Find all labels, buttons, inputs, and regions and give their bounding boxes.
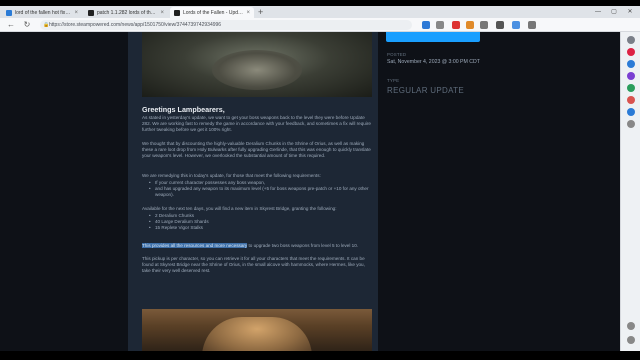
extension-icon[interactable]	[452, 21, 460, 29]
favorites-icon[interactable]	[480, 21, 488, 29]
list-item: 15 Replete Vigor Stalks	[149, 225, 375, 231]
tab-title: Lords of the Fallen - Update v.1...	[183, 9, 244, 16]
address-url: https://store.steampowered.com/news/app/…	[49, 22, 222, 28]
more-icon[interactable]	[528, 21, 536, 29]
settings-icon[interactable]	[627, 322, 635, 330]
close-icon[interactable]: ×	[246, 10, 250, 16]
search-icon[interactable]	[627, 36, 635, 44]
steam-icon	[88, 9, 94, 16]
rewards-list: 2 Deralium Chunks 40 Large Deralium Shar…	[149, 213, 375, 232]
browser-window: lord of the fallen hot fix - Search × pa…	[0, 6, 640, 351]
paragraph-text: to upgrade two boss weapons from level 5…	[247, 243, 359, 248]
paragraph: This provides all the resources and more…	[142, 243, 374, 249]
close-window-icon[interactable]: ✕	[622, 6, 638, 18]
address-bar[interactable]: 🔒 https://store.steampowered.com/news/ap…	[40, 20, 412, 30]
bing-icon	[6, 9, 12, 16]
extension-icon[interactable]	[466, 21, 474, 29]
tab-title: lord of the fallen hot fix - Search	[15, 9, 71, 16]
requirements-list: If your current character possesses any …	[149, 180, 375, 199]
paragraph: We thought that by discounting the highl…	[142, 141, 371, 159]
edge-sidebar	[620, 32, 640, 351]
extension-icon[interactable]	[422, 21, 430, 29]
posted-label: POSTED	[387, 52, 407, 57]
outlook-icon[interactable]	[627, 96, 635, 104]
minimize-icon[interactable]: —	[590, 6, 606, 18]
hero-image	[142, 32, 372, 97]
new-tab-icon[interactable]: +	[258, 7, 263, 17]
tab-patch[interactable]: patch 1.1.282 lords of the fallen - ... …	[84, 7, 168, 18]
tab-update[interactable]: Lords of the Fallen - Update v.1... ×	[170, 7, 254, 18]
profile-icon[interactable]	[512, 21, 520, 29]
paragraph: As stated in yesterday's update, we want…	[142, 115, 371, 133]
article-image	[142, 309, 372, 351]
tab-title: patch 1.1.282 lords of the fallen - ...	[97, 9, 157, 16]
tab-search[interactable]: lord of the fallen hot fix - Search ×	[2, 7, 82, 18]
paragraph: This pickup is per character, so you can…	[142, 256, 365, 274]
paragraph: We are remedying this in today's update,…	[142, 173, 321, 178]
sidebar-collapse-icon[interactable]	[627, 336, 635, 344]
paragraph: Available for the next ten days, you wil…	[142, 206, 337, 211]
tab-strip: lord of the fallen hot fix - Search × pa…	[0, 6, 640, 18]
close-icon[interactable]: ×	[160, 10, 164, 16]
close-icon[interactable]: ×	[74, 10, 78, 16]
lock-icon: 🔒	[43, 22, 50, 28]
list-item: and has upgraded any weapon to its maxim…	[149, 186, 375, 198]
refresh-icon[interactable]: ↻	[22, 20, 32, 30]
type-value: REGULAR UPDATE	[387, 86, 464, 95]
article-heading: Greetings Lampbearers,	[142, 105, 225, 114]
posted-date: Sat, November 4, 2023 @ 3:00 PM CDT	[387, 59, 480, 65]
type-label: TYPE	[387, 78, 400, 83]
steam-icon	[174, 9, 180, 16]
drop-icon[interactable]	[627, 108, 635, 116]
tools-icon[interactable]	[627, 60, 635, 68]
star-icon[interactable]	[436, 21, 444, 29]
screen: lord of the fallen hot fix - Search × pa…	[0, 0, 640, 360]
extension-icon[interactable]	[627, 48, 635, 56]
selected-text[interactable]: This provides all the resources and more…	[142, 243, 248, 248]
collections-icon[interactable]	[496, 21, 504, 29]
maximize-icon[interactable]: ▢	[606, 6, 622, 18]
toolbar: ← ↻ 🔒 https://store.steampowered.com/new…	[0, 18, 640, 32]
games-icon[interactable]	[627, 72, 635, 80]
back-icon[interactable]: ←	[6, 20, 16, 30]
office-icon[interactable]	[627, 84, 635, 92]
add-icon[interactable]	[627, 120, 635, 128]
page-content: Greetings Lampbearers, As stated in yest…	[0, 32, 620, 351]
action-button[interactable]	[386, 32, 480, 42]
